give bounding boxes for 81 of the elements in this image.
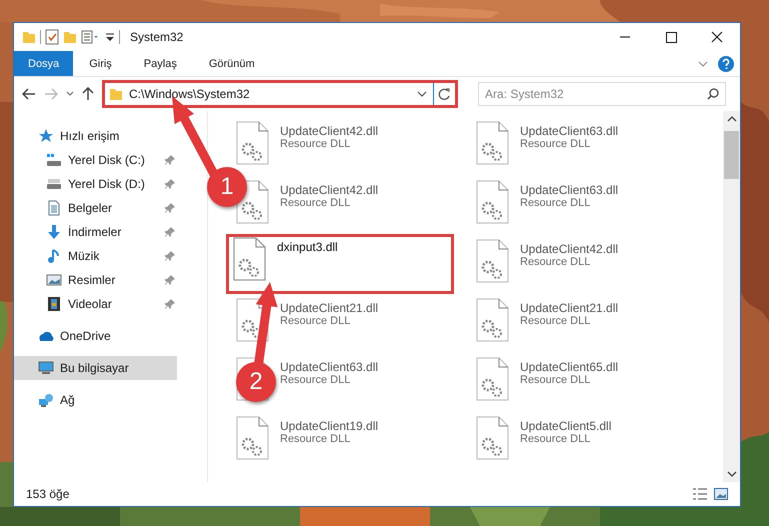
up-icon[interactable] xyxy=(82,87,94,101)
file-name[interactable]: UpdateClient42.dll xyxy=(520,242,618,256)
large-icons-view-icon[interactable] xyxy=(714,488,728,500)
dll-file-icon xyxy=(476,298,510,343)
file-name[interactable]: dxinput3.dll xyxy=(277,240,338,254)
file-name[interactable]: UpdateClient63.dll xyxy=(520,183,618,197)
sidebar-item[interactable]: Hızlı erişim xyxy=(14,124,177,148)
file-type: Resource DLL xyxy=(280,433,352,445)
help-icon[interactable] xyxy=(718,56,734,72)
file-name[interactable]: UpdateClient21.dll xyxy=(520,301,618,315)
sidebar-icon xyxy=(46,224,62,240)
dll-file-icon xyxy=(236,121,270,166)
sidebar-icon xyxy=(46,248,62,264)
sidebar-icon xyxy=(38,392,54,408)
ribbon-tab[interactable]: Giriş xyxy=(73,51,128,76)
file-type: Resource DLL xyxy=(280,138,352,150)
sidebar-item[interactable]: OneDrive xyxy=(14,324,177,348)
sidebar-icon xyxy=(46,152,62,168)
sidebar-item[interactable]: Yerel Disk (C:) xyxy=(14,148,177,172)
sidebar-item[interactable]: Ağ xyxy=(14,388,177,412)
file-type: Resource DLL xyxy=(520,138,592,150)
file-type: Resource DLL xyxy=(520,433,592,445)
address-field[interactable]: C:\Windows\System32 xyxy=(102,80,458,108)
pin-icon[interactable] xyxy=(165,275,175,285)
file-name[interactable]: UpdateClient63.dll xyxy=(520,124,618,138)
dll-file-icon xyxy=(476,357,510,402)
sidebar-item[interactable]: Yerel Disk (D:) xyxy=(14,172,177,196)
sidebar-icon xyxy=(46,200,62,216)
sidebar-icon xyxy=(38,360,54,376)
pin-icon[interactable] xyxy=(165,227,175,237)
sidebar-item[interactable]: Müzik xyxy=(14,244,177,268)
sidebar-item[interactable]: Bu bilgisayar xyxy=(14,356,177,380)
dll-file-icon xyxy=(236,416,270,461)
file-type: Resource DLL xyxy=(280,374,352,386)
folder-icon xyxy=(109,87,123,101)
file-type: Resource DLL xyxy=(520,374,592,386)
sidebar-item[interactable]: Videolar xyxy=(14,292,177,316)
search-field[interactable]: Ara: System32 xyxy=(478,82,726,106)
dll-file-icon xyxy=(476,416,510,461)
back-icon[interactable] xyxy=(22,88,36,100)
sidebar-icon xyxy=(46,176,62,192)
pin-icon[interactable] xyxy=(165,251,175,261)
details-view-icon[interactable] xyxy=(692,488,708,500)
item-count: 153 öğe xyxy=(26,487,70,501)
pin-icon[interactable] xyxy=(165,203,175,213)
sidebar-icon xyxy=(46,272,62,288)
pin-icon[interactable] xyxy=(165,179,175,189)
sidebar-icon xyxy=(46,296,62,312)
dll-file-icon xyxy=(476,121,510,166)
file-type: Resource DLL xyxy=(520,315,592,327)
search-icon[interactable] xyxy=(707,88,719,100)
file-type: Resource DLL xyxy=(520,197,592,209)
file-type: Resource DLL xyxy=(520,256,592,268)
dll-file-icon xyxy=(476,239,510,284)
view-icon[interactable] xyxy=(81,30,101,44)
file-type: Resource DLL xyxy=(280,197,352,209)
dll-file-icon xyxy=(476,180,510,225)
file-type: Resource DLL xyxy=(280,315,352,327)
file-name[interactable]: UpdateClient19.dll xyxy=(280,419,378,433)
scroll-thumb[interactable] xyxy=(724,131,739,179)
file-name[interactable]: UpdateClient42.dll xyxy=(280,183,378,197)
file-name[interactable]: UpdateClient21.dll xyxy=(280,301,378,315)
sidebar-icon xyxy=(38,128,54,144)
chevron-icon[interactable] xyxy=(417,91,427,97)
customize-icon[interactable] xyxy=(105,31,115,43)
file-name[interactable]: UpdateClient42.dll xyxy=(280,124,378,138)
chevron-icon[interactable] xyxy=(66,91,74,97)
sidebar-item[interactable]: Resimler xyxy=(14,268,177,292)
file-name[interactable]: UpdateClient63.dll xyxy=(280,360,378,374)
ribbon-tab[interactable]: Paylaş xyxy=(128,51,193,76)
file-name[interactable]: UpdateClient65.dll xyxy=(520,360,618,374)
pin-icon[interactable] xyxy=(165,155,175,165)
file-name[interactable]: UpdateClient5.dll xyxy=(520,419,612,433)
sidebar-item[interactable]: Belgeler xyxy=(14,196,177,220)
sidebar-item[interactable]: İndirmeler xyxy=(14,220,177,244)
properties-icon[interactable] xyxy=(45,29,59,45)
window-title: System32 xyxy=(130,30,184,44)
pin-icon[interactable] xyxy=(165,299,175,309)
dll-file-icon xyxy=(233,237,267,282)
ribbon-tab[interactable]: Görünüm xyxy=(192,51,271,76)
file-menu-tab[interactable]: Dosya xyxy=(14,51,74,76)
